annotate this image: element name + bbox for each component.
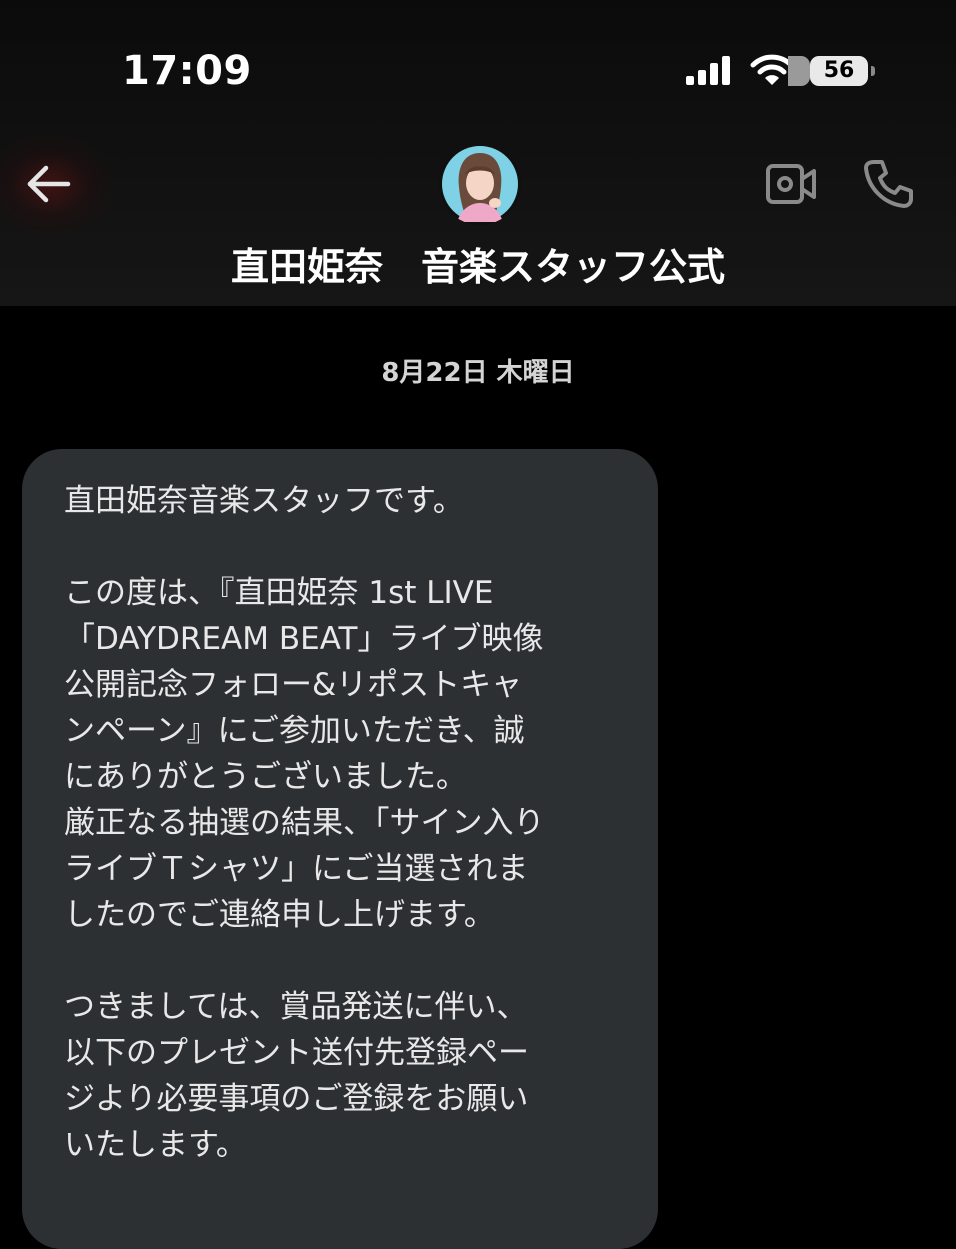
- contact-avatar[interactable]: [439, 143, 521, 225]
- message-text: 直田姫奈音楽スタッフです。 この度は、『直田姫奈 1st LIVE 「DAYDR…: [64, 478, 654, 1168]
- status-icons: 56: [684, 52, 884, 92]
- status-time: 17:09: [122, 48, 252, 94]
- message-line: つきましては、賞品発送に伴い、: [64, 989, 528, 1025]
- arrow-left-icon: [27, 165, 71, 203]
- message-line: 以下のプレゼント送付先登録ペー: [64, 1035, 529, 1071]
- back-button[interactable]: [22, 160, 78, 208]
- contact-name: 直田姫奈 音楽スタッフ公式: [230, 245, 725, 289]
- message-line: ライブＴシャツ」にご当選されま: [64, 851, 529, 887]
- video-call-button[interactable]: [764, 158, 818, 210]
- chat-header: 17:09 56 直田姫奈 音楽スタッフ公式: [0, 0, 956, 306]
- message-line: この度は、『直田姫奈 1st LIVE: [64, 575, 494, 611]
- message-line: ンペーン』にご参加いただき、誠: [64, 713, 525, 749]
- battery-level: 56: [823, 58, 855, 83]
- message-line: 公開記念フォロー&リポストキャ: [64, 667, 523, 703]
- message-line: したのでご連絡申し上げます。: [64, 897, 495, 933]
- message-line: 直田姫奈音楽スタッフです。: [64, 483, 464, 519]
- message-line: にありがとうございました。: [64, 759, 467, 795]
- date-separator: 8月22日 木曜日: [381, 358, 575, 388]
- video-camera-icon: [766, 164, 816, 204]
- message-line: [64, 524, 654, 570]
- avatar-image: [439, 143, 521, 225]
- message-line: [64, 938, 654, 984]
- signal-icon: [686, 56, 730, 85]
- phone-call-button[interactable]: [860, 156, 916, 212]
- message-line: 「DAYDREAM BEAT」ライブ映像: [64, 621, 544, 657]
- message-line: いたします。: [64, 1127, 247, 1163]
- message-line: 厳正なる抽選の結果、「サイン入り: [64, 805, 545, 841]
- phone-icon: [864, 160, 913, 208]
- message-line: ジより必要事項のご登録をお願い: [64, 1081, 529, 1117]
